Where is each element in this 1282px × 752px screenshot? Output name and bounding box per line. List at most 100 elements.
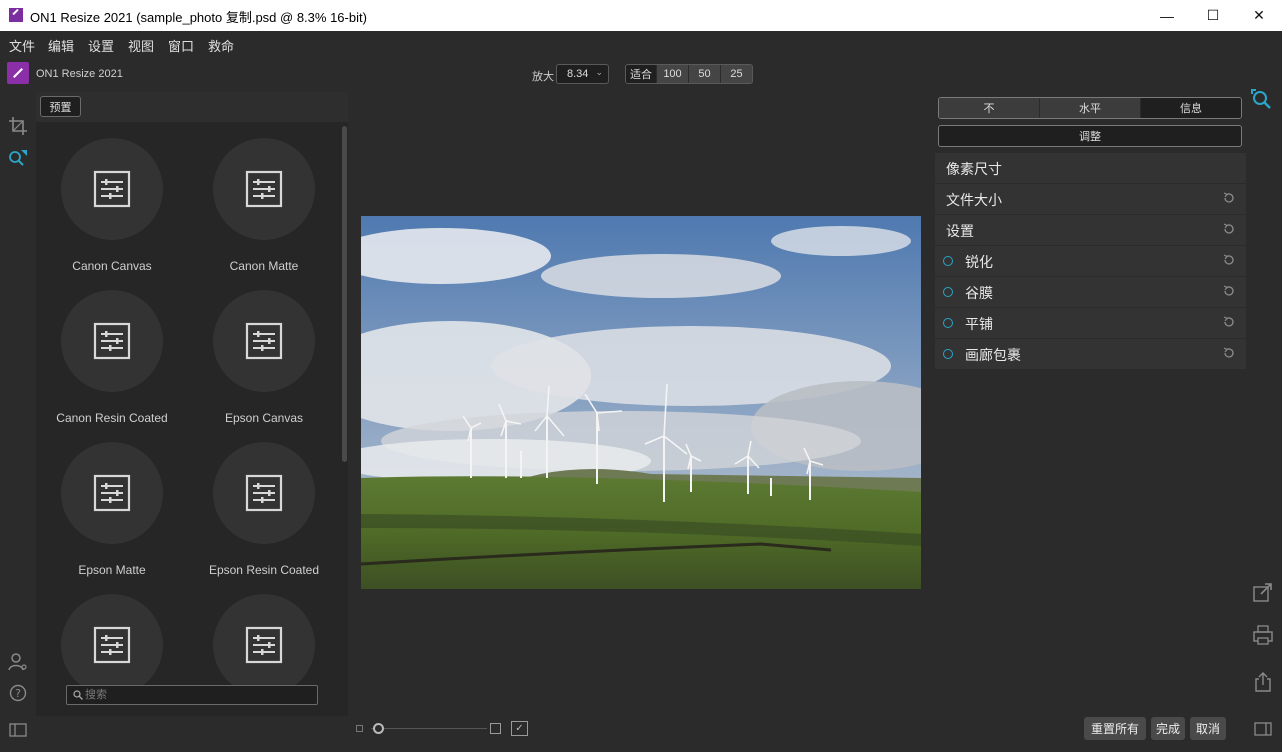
section-label: 锐化	[965, 254, 993, 270]
preset-sliders-icon	[93, 474, 131, 512]
export-icon[interactable]	[1252, 581, 1274, 603]
cancel-button[interactable]: 取消	[1190, 717, 1226, 740]
section-film-grain[interactable]: 谷膜	[935, 277, 1246, 307]
section-label: 画廊包裹	[965, 347, 1021, 363]
reset-icon[interactable]	[1222, 253, 1236, 267]
section-label: 设置	[946, 223, 974, 239]
section-sharpen[interactable]: 锐化	[935, 246, 1246, 276]
done-button[interactable]: 完成	[1151, 717, 1185, 740]
preset-sliders-icon	[245, 474, 283, 512]
zoom-select[interactable]: 8.34 ⌄	[556, 64, 609, 84]
tab-horizontal[interactable]: 水平	[1040, 98, 1141, 118]
section-settings[interactable]: 设置	[935, 215, 1246, 245]
zoom-label: 放大	[532, 71, 554, 83]
preset-thumbnail	[61, 138, 163, 240]
maximize-button[interactable]: ☐	[1190, 0, 1236, 31]
preset-thumbnail	[213, 594, 315, 696]
section-label: 文件大小	[946, 192, 1002, 208]
help-icon[interactable]: ?	[8, 683, 28, 703]
app-icon	[9, 8, 23, 22]
menu-view[interactable]: 视图	[128, 36, 154, 55]
preset-tile[interactable]: Canon Resin Coated	[36, 290, 188, 440]
share-icon[interactable]	[1252, 671, 1274, 693]
menu-bar: 文件 编辑 设置 视图 窗口 救命	[0, 31, 1282, 56]
preset-thumbnail	[213, 290, 315, 392]
resize-tool-icon[interactable]	[8, 148, 28, 168]
preset-tile[interactable]: Canon Matte	[188, 138, 340, 288]
reset-icon[interactable]	[1222, 315, 1236, 329]
chevron-down-icon: ⌄	[595, 67, 603, 77]
sharpen-toggle[interactable]	[943, 256, 953, 266]
menu-window[interactable]: 窗口	[168, 36, 194, 55]
tab-info[interactable]: 信息	[1141, 98, 1241, 118]
window-title: ON1 Resize 2021 (sample_photo 复制.psd @ 8…	[30, 10, 367, 25]
slider-handle[interactable]	[373, 723, 384, 734]
tab-none[interactable]: 不	[939, 98, 1040, 118]
tiling-toggle[interactable]	[943, 318, 953, 328]
preset-thumbnail	[213, 138, 315, 240]
reset-icon[interactable]	[1222, 284, 1236, 298]
toggle-left-panel-icon[interactable]	[8, 720, 28, 740]
thumbnail-size-slider[interactable]	[371, 728, 487, 729]
zoom-presets: 适合 100 50 25	[625, 64, 753, 84]
zoom-100-button[interactable]: 100	[657, 65, 689, 83]
section-label: 平铺	[965, 316, 993, 332]
print-icon[interactable]	[1252, 624, 1274, 646]
wind-farm-photo	[361, 216, 921, 589]
toggle-right-panel-icon[interactable]	[1252, 718, 1274, 740]
crop-icon[interactable]	[8, 116, 28, 136]
menu-edit[interactable]: 编辑	[48, 36, 74, 55]
search-input[interactable]	[85, 687, 313, 703]
minimize-button[interactable]: —	[1144, 0, 1190, 31]
menu-settings[interactable]: 设置	[88, 36, 114, 55]
section-tiling[interactable]: 平铺	[935, 308, 1246, 338]
zoom-25-button[interactable]: 25	[721, 65, 752, 83]
reset-icon[interactable]	[1222, 346, 1236, 360]
section-file-size[interactable]: 文件大小	[935, 184, 1246, 214]
zoom-50-button[interactable]: 50	[689, 65, 721, 83]
close-button[interactable]: ✕	[1236, 0, 1282, 31]
photo-canvas[interactable]	[361, 216, 921, 589]
preset-sliders-icon	[93, 626, 131, 664]
thumbnail-size-small-icon	[356, 725, 363, 732]
presets-header: 预置	[36, 92, 348, 122]
presets-button[interactable]: 预置	[40, 96, 81, 117]
preset-thumbnail	[61, 442, 163, 544]
reset-icon[interactable]	[1222, 191, 1236, 205]
compare-icon[interactable]: ✓	[511, 721, 528, 736]
reset-all-button[interactable]: 重置所有	[1084, 717, 1146, 740]
preset-thumbnail	[61, 290, 163, 392]
user-icon[interactable]	[8, 652, 28, 672]
preset-sliders-icon	[93, 322, 131, 360]
menu-help[interactable]: 救命	[208, 36, 234, 55]
preset-tile[interactable]: Canon Canvas	[36, 138, 188, 288]
zoom-fit-button[interactable]: 适合	[626, 65, 657, 83]
preset-sliders-icon	[245, 170, 283, 208]
adjust-button[interactable]: 调整	[938, 125, 1242, 147]
section-pixel-dimensions[interactable]: 像素尺寸	[935, 153, 1246, 183]
section-label: 谷膜	[965, 285, 993, 301]
preset-label: Canon Canvas	[72, 259, 152, 273]
preset-tile[interactable]: Epson Canvas	[188, 290, 340, 440]
presets-scrollbar[interactable]	[342, 126, 347, 462]
preset-label: Epson Canvas	[224, 411, 304, 425]
brand-icon	[7, 62, 29, 84]
reset-icon[interactable]	[1222, 222, 1236, 236]
section-label: 像素尺寸	[946, 161, 1002, 177]
preset-thumbnail	[213, 442, 315, 544]
title-bar: ON1 Resize 2021 (sample_photo 复制.psd @ 8…	[0, 0, 1282, 31]
preset-tile[interactable]: Epson Matte	[36, 442, 188, 592]
preset-sliders-icon	[245, 626, 283, 664]
svg-text:?: ?	[15, 687, 21, 700]
section-gallery-wrap[interactable]: 画廊包裹	[935, 339, 1246, 369]
preset-search[interactable]	[66, 685, 318, 705]
preset-label: Epson Matte	[78, 563, 146, 577]
zoom-inspect-icon[interactable]	[1250, 88, 1274, 112]
film-grain-toggle[interactable]	[943, 287, 953, 297]
zoom-value: 8.34	[567, 68, 589, 80]
preset-tile[interactable]: Epson Resin Coated	[188, 442, 340, 592]
menu-file[interactable]: 文件	[9, 36, 35, 55]
gallery-wrap-toggle[interactable]	[943, 349, 953, 359]
preset-sliders-icon	[245, 322, 283, 360]
preset-sliders-icon	[93, 170, 131, 208]
